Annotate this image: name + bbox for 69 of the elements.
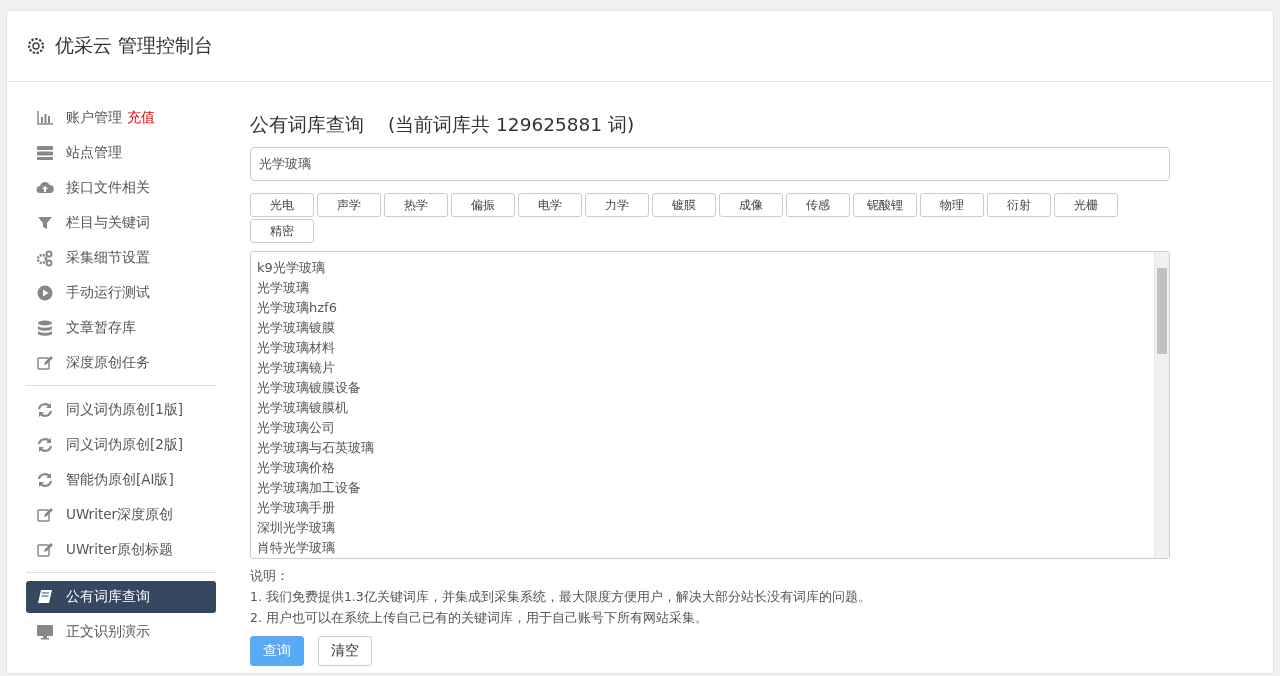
sidebar-item[interactable]: 采集细节设置 (26, 242, 216, 274)
category-button[interactable]: 铌酸锂 (853, 193, 917, 217)
clear-button[interactable]: 清空 (318, 636, 372, 666)
search-field[interactable]: 光学玻璃 (250, 147, 1170, 181)
word-count: (当前词库共 129625881 词) (388, 113, 635, 137)
play-icon (36, 284, 54, 302)
category-button[interactable]: 声学 (317, 193, 381, 217)
scrollbar[interactable] (1154, 252, 1169, 558)
refresh-icon (36, 471, 54, 489)
results-list[interactable]: k9光学玻璃 光学玻璃 光学玻璃hzf6 光学玻璃镀膜 光学玻璃材料 光学玻璃镜片 光学玻璃镀膜设备 光学玻璃镀膜机 光学玻璃公司 光学玻璃与石英玻璃 光学玻璃价格 光学玻璃加工设备 光学玻璃手册 深圳光学玻璃 肖特光学玻璃 (250, 251, 1170, 559)
keyword-row-text: 光学玻璃手册 (257, 499, 336, 517)
console-title: 优采云 管理控制台 (55, 33, 214, 58)
category-button[interactable]: 光电 (250, 193, 314, 217)
sidebar-item[interactable]: 账户管理 充值 (26, 102, 216, 134)
sidebar-item[interactable]: 栏目与关键词 (26, 207, 216, 239)
sidebar-item[interactable]: 站点管理 (26, 137, 216, 169)
sidebar-item[interactable]: 文章暂存库 (26, 312, 216, 344)
keyword-row-text: 光学玻璃镀膜机 (257, 399, 349, 417)
category-button[interactable]: 光栅 (1054, 193, 1118, 217)
category-button[interactable]: 镀膜 (652, 193, 716, 217)
keyword-row-text: k9光学玻璃 (257, 259, 326, 277)
scroll-thumb[interactable] (1157, 268, 1167, 354)
sidebar-item[interactable]: 同义词伪原创[1版] (26, 394, 216, 426)
category-button[interactable]: 力学 (585, 193, 649, 217)
note-title: 说明： (250, 567, 290, 585)
sidebar-item[interactable]: 手动运行测试 (26, 277, 216, 309)
sidebar-item[interactable]: 接口文件相关 (26, 172, 216, 204)
category-button[interactable]: 热学 (384, 193, 448, 217)
sidebar-item[interactable]: 深度原创任务 (26, 347, 216, 379)
category-button[interactable]: 衍射 (987, 193, 1051, 217)
sidebar-item[interactable]: 公有词库查询 (26, 581, 216, 613)
keyword-row-text: 光学玻璃价格 (257, 459, 336, 477)
category-button[interactable]: 物理 (920, 193, 984, 217)
page-title: 公有词库查询 (250, 113, 364, 137)
category-button[interactable]: 成像 (719, 193, 783, 217)
sidebar-item[interactable]: UWriter深度原创 (26, 499, 216, 531)
keyword-row-text: 光学玻璃镀膜 (257, 319, 336, 337)
category-button[interactable]: 精密 (250, 219, 314, 243)
edit-icon (36, 541, 54, 559)
keyword-row-text: 光学玻璃与石英玻璃 (257, 439, 375, 457)
bar-chart-icon (36, 109, 54, 127)
filter-icon (36, 214, 54, 232)
keyword-row-text: 光学玻璃公司 (257, 419, 336, 437)
keyword-row-text: 光学玻璃 (257, 279, 310, 297)
category-button[interactable]: 传感 (786, 193, 850, 217)
edit-icon (36, 354, 54, 372)
server-icon (36, 144, 54, 162)
keyword-row-text: 光学玻璃hzf6 (257, 299, 338, 317)
note-text: 1. 我们免费提供1.3亿关键词库，并集成到采集系统，最大限度方便用户，解决大部分站长没有词库的问题。 (250, 588, 872, 606)
note-text: 2. 用户也可以在系统上传自己已有的关键词库，用于自己账号下所有网站采集。 (250, 609, 709, 627)
refresh-icon (36, 401, 54, 419)
sidebar-item[interactable]: UWriter原创标题 (26, 534, 216, 566)
keyword-row-text: 光学玻璃镜片 (257, 359, 336, 377)
refresh-icon (36, 436, 54, 454)
category-button[interactable]: 电学 (518, 193, 582, 217)
database-icon (36, 319, 54, 337)
monitor-icon (36, 623, 54, 641)
keyword-row-text: 肖特光学玻璃 (257, 539, 336, 557)
keyword-row-text: 光学玻璃镀膜设备 (257, 379, 362, 397)
edit-icon (36, 506, 54, 524)
book-icon (36, 588, 54, 606)
keyword-row-text: 深圳光学玻璃 (257, 519, 336, 537)
sidebar-item[interactable]: 正文识别演示 (26, 616, 216, 648)
category-button[interactable]: 偏振 (451, 193, 515, 217)
sidebar-item[interactable]: 智能伪原创[AI版] (26, 464, 216, 496)
sidebar-item[interactable]: 同义词伪原创[2版] (26, 429, 216, 461)
settings-icon (27, 37, 45, 55)
keyword-row-text: 光学玻璃加工设备 (257, 479, 362, 497)
keyword-row-text: 光学玻璃材料 (257, 339, 336, 357)
